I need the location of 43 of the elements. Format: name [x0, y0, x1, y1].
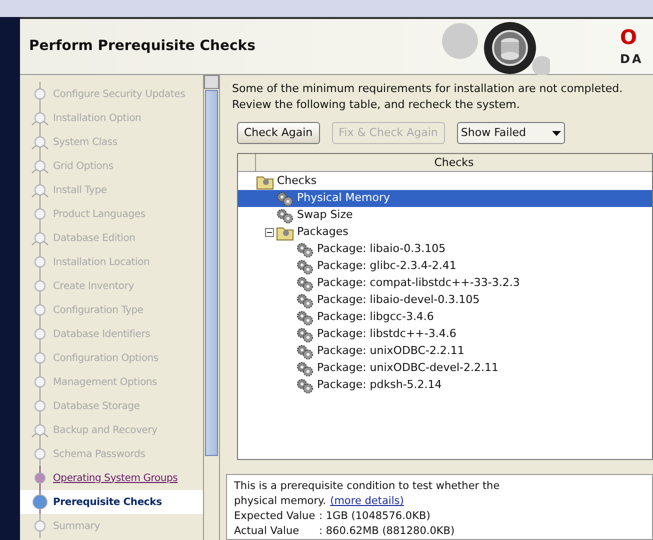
value-text: : 860.62MB (881280.0KB): [319, 524, 455, 539]
gear-icon: [276, 208, 294, 224]
tree-row[interactable]: Package: libaio-devel-0.3.105: [238, 292, 652, 309]
status-message: Some of the minimum requirements for installation are not completed. Review the following table, and recheck the system.: [232, 81, 624, 113]
tree-row[interactable]: Package: glibc-2.3.4-2.41: [238, 258, 652, 275]
gear-icon: [296, 360, 314, 376]
folder-icon: [256, 174, 274, 190]
collapse-toggle-icon[interactable]: [265, 228, 274, 237]
scrollbar[interactable]: [203, 75, 219, 540]
filter-dropdown[interactable]: Show Failed: [456, 122, 565, 144]
brand-logo-text: O: [620, 27, 638, 47]
tree-row[interactable]: Package: libstdc++-3.4.6: [238, 326, 652, 343]
details-text: This is a prerequisite condition to test whether the: [234, 479, 501, 494]
dropdown-caret-icon: [552, 130, 561, 136]
tree-row[interactable]: Checks: [238, 173, 652, 190]
value-label: Actual Value: [234, 524, 300, 539]
tree-row[interactable]: Package: compat-libstdc++-33-3.2.3: [238, 275, 652, 292]
tree-row[interactable]: Swap Size: [238, 207, 652, 224]
tree-row[interactable]: Physical Memory: [238, 190, 652, 207]
tree-row[interactable]: Package: unixODBC-2.2.11: [238, 343, 652, 360]
gear-icon: [296, 378, 314, 394]
tree-row[interactable]: Packages: [238, 224, 652, 241]
brand-subtitle: DA: [620, 53, 644, 65]
gear-icon: [296, 292, 314, 308]
value-text: : 1GB (1048576.0KB): [319, 509, 430, 524]
page-title: Perform Prerequisite Checks: [29, 37, 256, 56]
tree-row[interactable]: Package: pdksh-5.2.14: [238, 377, 652, 394]
gear-icon: [296, 344, 314, 360]
more-details-link[interactable]: (more details): [330, 494, 404, 509]
gear-icon: [296, 326, 314, 342]
gear-icon: [296, 242, 314, 258]
tree-row[interactable]: Package: libgcc-3.4.6: [238, 309, 652, 326]
gear-icon: [276, 190, 294, 206]
gear-icon: [296, 310, 314, 326]
gear-icon: [296, 276, 314, 292]
tree-row[interactable]: Package: libaio-0.3.105: [238, 241, 652, 258]
details-text: physical memory.: [234, 494, 326, 509]
value-label: Expected Value: [234, 509, 316, 524]
check-again-button[interactable]: Check Again: [237, 122, 320, 144]
tree-row[interactable]: Package: unixODBC-devel-2.2.11: [238, 360, 652, 377]
step-label[interactable]: Operating System Groups: [53, 470, 178, 486]
folder-icon: [276, 224, 294, 240]
gear-icon: [296, 258, 314, 274]
